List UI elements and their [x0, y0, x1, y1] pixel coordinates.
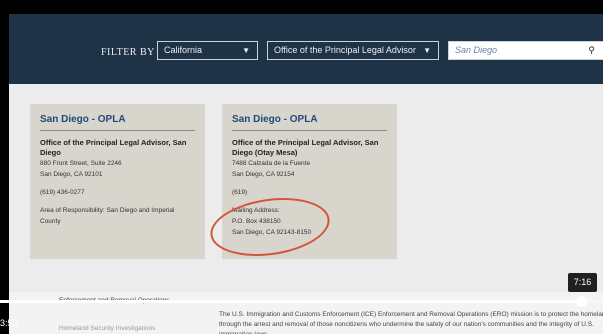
card-title[interactable]: San Diego - OPLA [232, 114, 387, 125]
address-line: San Diego, CA 92101 [40, 171, 103, 178]
search-icon[interactable]: ⚲ [588, 45, 595, 56]
office-name: Office of the Principal Legal Advisor, S… [232, 138, 379, 157]
address-line: 880 Front Street, Suite 2246 [40, 160, 122, 167]
video-progress-bar[interactable] [0, 296, 603, 307]
progress-fill [0, 300, 582, 303]
divider [232, 130, 387, 131]
phone-number: (619) [232, 189, 248, 196]
address-line: 7488 Calzada de la Fuente [232, 160, 311, 167]
filter-bar: FILTER BY California ▼ Office of the Pri… [9, 14, 603, 84]
chevron-down-icon: ▼ [423, 46, 431, 55]
area-of-responsibility: Area of Responsibility: San Diego and Im… [40, 207, 175, 225]
search-input[interactable]: San Diego ⚲ [448, 41, 603, 60]
nav-item-hsi[interactable]: Homeland Security Investigations [59, 325, 155, 332]
video-frame[interactable]: FILTER BY California ▼ Office of the Pri… [0, 0, 603, 334]
office-select-value: Office of the Principal Legal Advisor [274, 45, 416, 55]
office-card: San Diego - OPLA Office of the Principal… [30, 104, 205, 259]
info-strip: Enforcement and Removal Operations Homel… [9, 292, 603, 334]
filter-label: FILTER BY [101, 47, 155, 58]
current-time: 3:59 [0, 318, 18, 328]
office-select[interactable]: Office of the Principal Legal Advisor ▼ [267, 41, 439, 60]
search-input-value: San Diego [455, 45, 498, 55]
description-text: The U.S. Immigration and Customs Enforce… [219, 311, 603, 334]
divider [40, 130, 195, 131]
chevron-down-icon: ▼ [242, 46, 250, 55]
office-name: Office of the Principal Legal Advisor, S… [40, 138, 187, 157]
phone-number: (619) 436-0277 [40, 189, 85, 196]
webpage: FILTER BY California ▼ Office of the Pri… [9, 14, 603, 334]
hover-time-tooltip: 7:16 [568, 273, 597, 292]
state-select-value: California [164, 45, 203, 55]
address-line: San Diego, CA 92154 [232, 171, 295, 178]
state-select[interactable]: California ▼ [157, 41, 258, 60]
scrubber-handle[interactable] [575, 296, 587, 307]
card-title[interactable]: San Diego - OPLA [40, 114, 195, 125]
